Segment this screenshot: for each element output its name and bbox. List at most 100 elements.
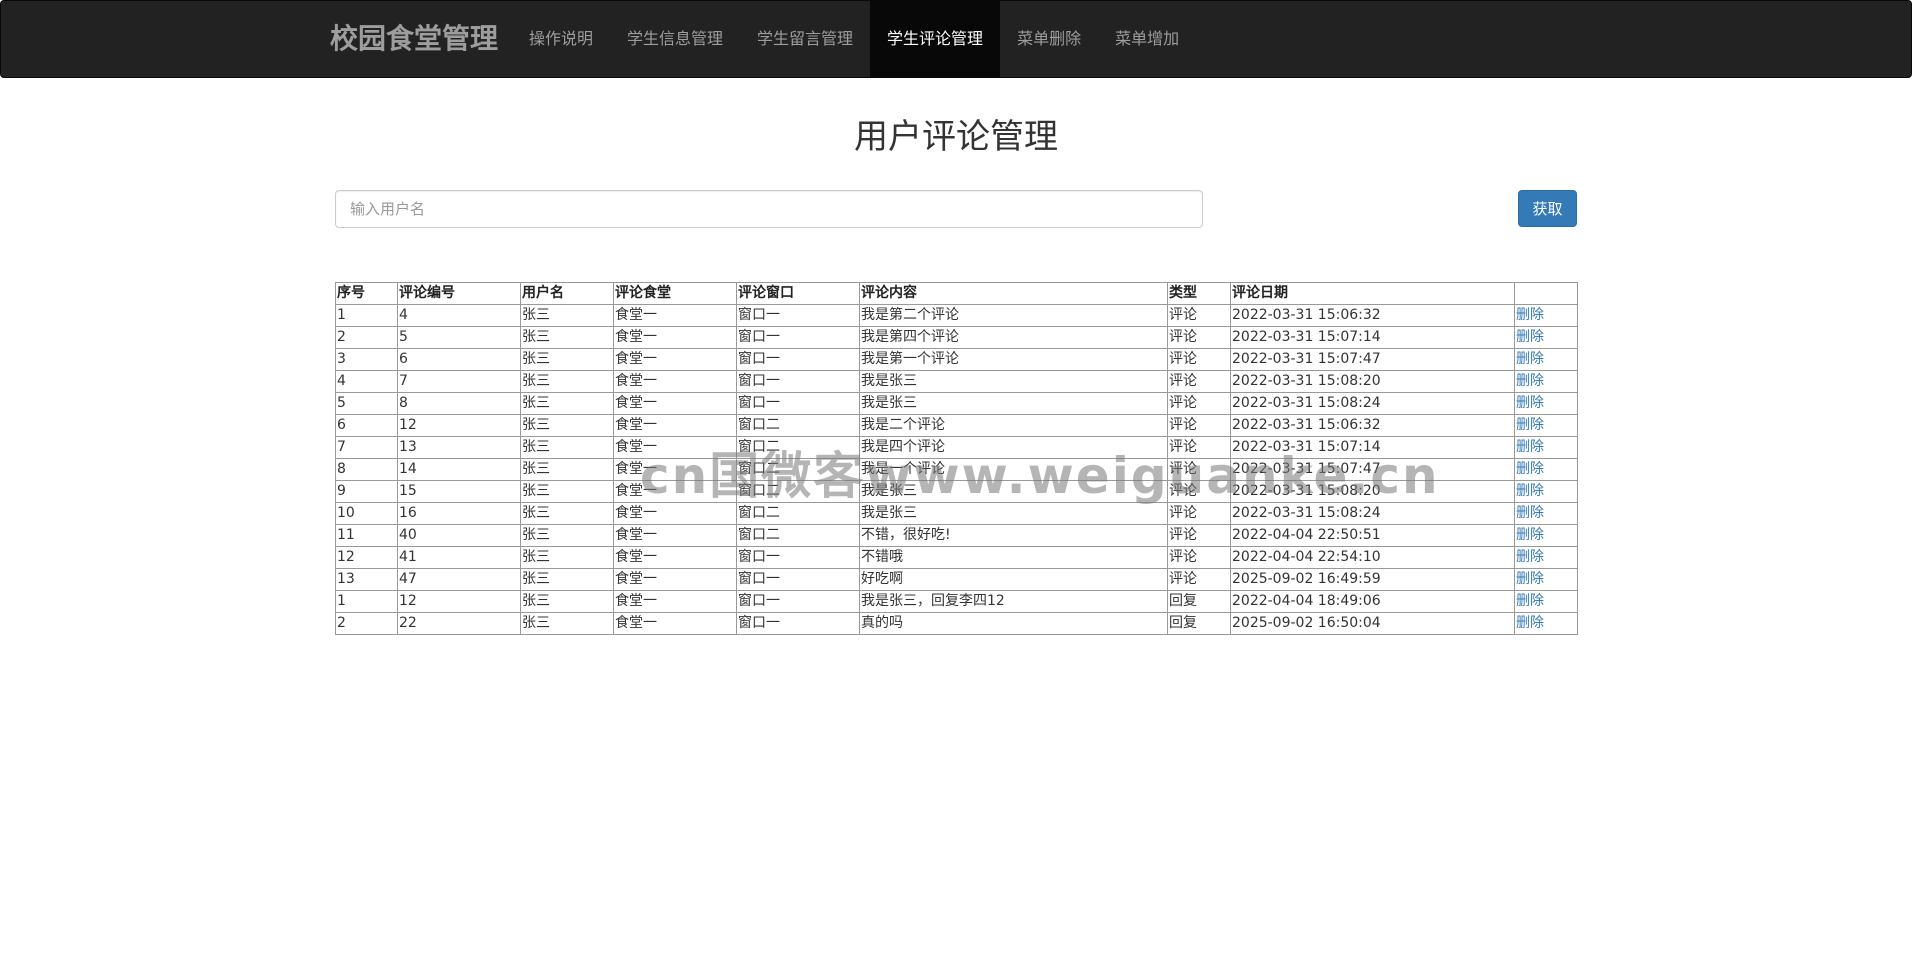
table-cell: 2 xyxy=(335,326,398,349)
table-cell: 5 xyxy=(397,326,521,349)
table-cell-action: 删除 xyxy=(1514,370,1578,393)
table-row: 12 41 张三 食堂一 窗口一 不错哦 评论 2022-04-04 22:54:10 删除 xyxy=(335,546,1578,569)
table-cell: 评论 xyxy=(1167,458,1231,481)
table-cell: 食堂一 xyxy=(613,414,737,437)
table-cell: 窗口二 xyxy=(736,436,860,459)
table-cell: 窗口一 xyxy=(736,370,860,393)
table-cell: 评论 xyxy=(1167,304,1231,327)
table-cell: 食堂一 xyxy=(613,612,737,635)
delete-link[interactable]: 删除 xyxy=(1516,395,1544,411)
table-cell: 我是第四个评论 xyxy=(859,326,1168,349)
page-title: 用户评论管理 xyxy=(854,117,1058,157)
nav-item-instructions[interactable]: 操作说明 xyxy=(512,1,610,77)
brand-link[interactable]: 校园食堂管理 xyxy=(330,1,498,77)
column-header: 序号 xyxy=(335,282,398,305)
table-cell-action: 删除 xyxy=(1514,590,1578,613)
table-cell: 评论 xyxy=(1167,502,1231,525)
table-cell: 评论 xyxy=(1167,370,1231,393)
table-cell: 我是二个评论 xyxy=(859,414,1168,437)
table-cell: 4 xyxy=(335,370,398,393)
delete-link[interactable]: 删除 xyxy=(1516,593,1544,609)
table-cell-action: 删除 xyxy=(1514,524,1578,547)
table-cell: 8 xyxy=(335,458,398,481)
table-row: 8 14 张三 食堂一 窗口二 我是一个评论 评论 2022-03-31 15:07:47 删除 xyxy=(335,458,1578,481)
delete-link[interactable]: 删除 xyxy=(1516,505,1544,521)
table-row: 1 12 张三 食堂一 窗口一 我是张三，回复李四12 回复 2022-04-04 18:49… xyxy=(335,590,1578,613)
nav-item-menu-delete[interactable]: 菜单删除 xyxy=(1000,1,1098,77)
table-cell-action: 删除 xyxy=(1514,480,1578,503)
table-cell: 评论 xyxy=(1167,326,1231,349)
table-cell: 窗口一 xyxy=(736,568,860,591)
nav-item-student-comments[interactable]: 学生评论管理 xyxy=(870,1,1001,77)
table-cell: 2022-04-04 22:54:10 xyxy=(1230,546,1515,569)
table-cell: 窗口二 xyxy=(736,524,860,547)
table-cell: 窗口一 xyxy=(736,326,860,349)
table-header-row: 序号 评论编号 用户名 评论食堂 评论窗口 评论内容 类型 评论日期 xyxy=(335,282,1578,305)
column-header: 评论日期 xyxy=(1230,282,1515,305)
table-cell: 张三 xyxy=(520,546,614,569)
table-cell-action: 删除 xyxy=(1514,458,1578,481)
table-cell: 食堂一 xyxy=(613,458,737,481)
delete-link[interactable]: 删除 xyxy=(1516,483,1544,499)
delete-link[interactable]: 删除 xyxy=(1516,417,1544,433)
table-cell: 食堂一 xyxy=(613,326,737,349)
username-search-input[interactable] xyxy=(335,190,1203,228)
table-cell-action: 删除 xyxy=(1514,348,1578,371)
table-cell: 2022-03-31 15:07:47 xyxy=(1230,348,1515,371)
delete-link[interactable]: 删除 xyxy=(1516,307,1544,323)
delete-link[interactable]: 删除 xyxy=(1516,351,1544,367)
table-cell: 2022-03-31 15:08:20 xyxy=(1230,480,1515,503)
delete-link[interactable]: 删除 xyxy=(1516,549,1544,565)
delete-link[interactable]: 删除 xyxy=(1516,439,1544,455)
table-row: 1 4 张三 食堂一 窗口一 我是第二个评论 评论 2022-03-31 15:06:32 删除 xyxy=(335,304,1578,327)
nav-item-student-messages[interactable]: 学生留言管理 xyxy=(740,1,870,77)
table-cell: 6 xyxy=(397,348,521,371)
table-cell-action: 删除 xyxy=(1514,326,1578,349)
table-cell: 我是张三 xyxy=(859,480,1168,503)
table-cell: 张三 xyxy=(520,304,614,327)
table-row: 6 12 张三 食堂一 窗口二 我是二个评论 评论 2022-03-31 15:06:32 删除 xyxy=(335,414,1578,437)
delete-link[interactable]: 删除 xyxy=(1516,373,1544,389)
table-row: 5 8 张三 食堂一 窗口一 我是张三 评论 2022-03-31 15:08:24 删除 xyxy=(335,392,1578,415)
table-cell: 12 xyxy=(397,414,521,437)
delete-link[interactable]: 删除 xyxy=(1516,615,1544,631)
table-row: 9 15 张三 食堂一 窗口二 我是张三 评论 2022-03-31 15:08:20 删除 xyxy=(335,480,1578,503)
fetch-button[interactable]: 获取 xyxy=(1518,190,1577,227)
table-row: 2 5 张三 食堂一 窗口一 我是第四个评论 评论 2022-03-31 15:07:14 删除 xyxy=(335,326,1578,349)
table-cell: 我是四个评论 xyxy=(859,436,1168,459)
table-cell: 窗口二 xyxy=(736,480,860,503)
table-cell: 不错哦 xyxy=(859,546,1168,569)
table-cell: 评论 xyxy=(1167,568,1231,591)
table-cell: 我是张三 xyxy=(859,392,1168,415)
table-cell: 食堂一 xyxy=(613,348,737,371)
delete-link[interactable]: 删除 xyxy=(1516,571,1544,587)
table-cell: 窗口一 xyxy=(736,392,860,415)
table-cell: 评论 xyxy=(1167,436,1231,459)
table-cell: 食堂一 xyxy=(613,304,737,327)
table-cell: 张三 xyxy=(520,458,614,481)
table-cell: 10 xyxy=(335,502,398,525)
table-cell: 好吃啊 xyxy=(859,568,1168,591)
delete-link[interactable]: 删除 xyxy=(1516,461,1544,477)
table-cell: 15 xyxy=(397,480,521,503)
table-cell: 张三 xyxy=(520,612,614,635)
table-cell: 2022-03-31 15:07:14 xyxy=(1230,436,1515,459)
table-cell: 8 xyxy=(397,392,521,415)
table-cell: 回复 xyxy=(1167,590,1231,613)
delete-link[interactable]: 删除 xyxy=(1516,329,1544,345)
nav-item-menu-add[interactable]: 菜单增加 xyxy=(1098,1,1196,77)
table-cell: 张三 xyxy=(520,348,614,371)
top-navbar: 校园食堂管理 操作说明 学生信息管理 学生留言管理 学生评论管理 菜单删除 菜单增加 xyxy=(0,0,1912,78)
table-cell-action: 删除 xyxy=(1514,612,1578,635)
nav-item-student-info[interactable]: 学生信息管理 xyxy=(610,1,740,77)
table-cell: 2022-03-31 15:07:47 xyxy=(1230,458,1515,481)
table-cell: 13 xyxy=(335,568,398,591)
table-cell: 2022-04-04 18:49:06 xyxy=(1230,590,1515,613)
table-cell: 张三 xyxy=(520,370,614,393)
table-cell: 食堂一 xyxy=(613,524,737,547)
table-cell: 9 xyxy=(335,480,398,503)
table-row: 7 13 张三 食堂一 窗口二 我是四个评论 评论 2022-03-31 15:07:14 删除 xyxy=(335,436,1578,459)
column-header: 用户名 xyxy=(520,282,614,305)
column-header: 评论窗口 xyxy=(736,282,860,305)
delete-link[interactable]: 删除 xyxy=(1516,527,1544,543)
